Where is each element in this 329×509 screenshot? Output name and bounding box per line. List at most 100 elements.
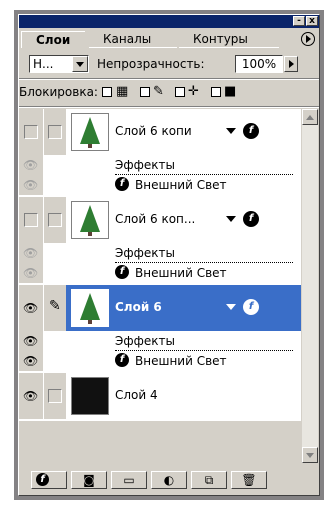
new-layer-icon: ⧉ [204, 473, 214, 487]
blend-mode-select[interactable]: Н... [29, 55, 89, 73]
tab-layers[interactable]: Слои [21, 31, 85, 48]
expand-effects-icon[interactable] [226, 128, 236, 134]
tab-label: Слои [36, 33, 71, 47]
eye-icon[interactable]: 👁 [23, 354, 38, 368]
eye-icon[interactable]: 👁 [23, 246, 38, 260]
palette-titlebar[interactable]: - x [19, 15, 319, 28]
tab-label: Каналы [103, 32, 152, 46]
add-mask-button[interactable]: ◙ [71, 471, 107, 489]
expand-effects-icon[interactable] [226, 304, 236, 310]
eye-icon[interactable]: 👁 [23, 266, 38, 280]
brush-empty-icon [48, 389, 62, 403]
new-set-icon: ▭ [123, 473, 135, 487]
effects-row[interactable]: 👁 Эффекты [19, 331, 301, 351]
tab-paths[interactable]: Контуры [179, 31, 279, 48]
layer-name: Слой 6 копи [115, 124, 192, 138]
layer-thumbnail [71, 201, 109, 239]
minimize-button[interactable]: - [293, 16, 305, 26]
link-toggle[interactable]: ✎ [44, 285, 66, 331]
effect-row[interactable]: 👁 f Внешний Свет [19, 351, 301, 371]
close-button[interactable]: x [306, 16, 318, 26]
effects-row[interactable]: 👁 Эффекты [19, 243, 301, 263]
opacity-input[interactable]: 100% [235, 55, 283, 73]
link-toggle[interactable] [44, 373, 66, 419]
palette-bottom-bar: f ◙ ▭ ◐ ⧉ 🗑 [19, 467, 319, 493]
tab-channels[interactable]: Каналы [89, 31, 177, 48]
lock-position-checkbox[interactable] [175, 87, 185, 97]
eye-icon[interactable]: 👁 [23, 178, 38, 192]
tab-label: Контуры [193, 32, 248, 46]
effect-row[interactable]: 👁 f Внешний Свет [19, 263, 301, 283]
palette-menu-icon[interactable] [301, 32, 315, 46]
new-fill-layer-icon: ◐ [163, 473, 175, 487]
visibility-toggle[interactable] [19, 109, 44, 155]
eye-empty-icon [24, 125, 38, 139]
effects-icon: f [243, 299, 259, 315]
effect-name: Внешний Свет [135, 354, 227, 368]
eye-icon[interactable]: 👁 [23, 158, 38, 172]
layer-thumbnail [71, 113, 109, 151]
divider [19, 78, 319, 80]
lock-all-icon: ■ [224, 84, 237, 99]
blend-mode-value: Н... [33, 57, 54, 71]
opacity-slider-button[interactable] [284, 56, 298, 72]
effects-eye-cell: 👁 [19, 243, 44, 263]
lock-position-icon: ✛ [188, 84, 199, 99]
layer-row-selected[interactable]: 👁 ✎ Слой 6 f [19, 285, 301, 331]
lock-image-icon: ✎ [153, 84, 164, 99]
effect-icon: f [115, 353, 129, 367]
brush-empty-icon [48, 213, 62, 227]
scroll-down-button[interactable] [302, 447, 318, 463]
effects-row[interactable]: 👁 Эффекты [19, 155, 301, 175]
expand-effects-icon[interactable] [226, 216, 236, 222]
lock-label: Блокировка: [19, 85, 98, 99]
layer-name: Слой 6 коп... [115, 212, 196, 226]
effect-name: Внешний Свет [135, 178, 227, 192]
brush-icon: ✎ [49, 298, 61, 314]
opacity-label: Непрозрачность: [97, 57, 205, 71]
add-style-button[interactable]: f [31, 471, 67, 489]
eye-empty-icon [24, 213, 38, 227]
new-layer-button[interactable]: ⧉ [191, 471, 227, 489]
effect-row[interactable]: 👁 f Внешний Свет [19, 175, 301, 195]
link-toggle[interactable] [44, 109, 66, 155]
effects-label: Эффекты [115, 246, 175, 260]
eye-icon: 👁 [23, 301, 39, 315]
lock-row: Блокировка: ▦ ✎ ✛ ■ [19, 81, 319, 103]
effects-eye-cell: 👁 [19, 331, 44, 351]
effects-label: Эффекты [115, 158, 175, 172]
lock-image-checkbox[interactable] [140, 87, 150, 97]
eye-icon[interactable]: 👁 [23, 334, 38, 348]
effects-eye-cell: 👁 [19, 155, 44, 175]
effects-icon: f [243, 211, 259, 227]
vertical-scrollbar[interactable] [302, 109, 318, 463]
empty-list-area [19, 421, 301, 463]
layer-name: Слой 6 [115, 300, 162, 314]
trash-icon: 🗑 [241, 473, 257, 487]
visibility-toggle[interactable] [19, 197, 44, 243]
layer-row[interactable]: Слой 6 коп... f [19, 197, 301, 243]
divider [19, 106, 319, 108]
options-row: Н... Непрозрачность: 100% [19, 53, 319, 75]
effect-icon: f [115, 177, 129, 191]
layer-row[interactable]: 👁 Слой 4 [19, 373, 301, 419]
scroll-up-button[interactable] [302, 109, 318, 125]
layers-palette: - x Слои Каналы Контуры Н... Непрозрачно… [18, 14, 320, 496]
layer-row[interactable]: Слой 6 копи f [19, 109, 301, 155]
tab-bar: Слои Каналы Контуры [19, 29, 319, 49]
new-fill-layer-button[interactable]: ◐ [151, 471, 187, 489]
visibility-toggle[interactable]: 👁 [19, 373, 44, 419]
brush-empty-icon [48, 125, 62, 139]
link-toggle[interactable] [44, 197, 66, 243]
lock-transparent-icon: ▦ [116, 84, 129, 99]
new-set-button[interactable]: ▭ [111, 471, 147, 489]
delete-layer-button[interactable]: 🗑 [231, 471, 267, 489]
visibility-toggle[interactable]: 👁 [19, 285, 44, 331]
add-mask-icon: ◙ [83, 473, 95, 487]
lock-transparency-checkbox[interactable] [102, 87, 112, 97]
eye-icon: 👁 [23, 389, 39, 403]
chevron-down-icon[interactable] [72, 56, 88, 72]
lock-all-checkbox[interactable] [211, 87, 221, 97]
layers-list: Слой 6 копи f 👁 Эффекты 👁 f Внешний Свет… [19, 109, 301, 463]
add-style-icon: f [36, 473, 49, 486]
